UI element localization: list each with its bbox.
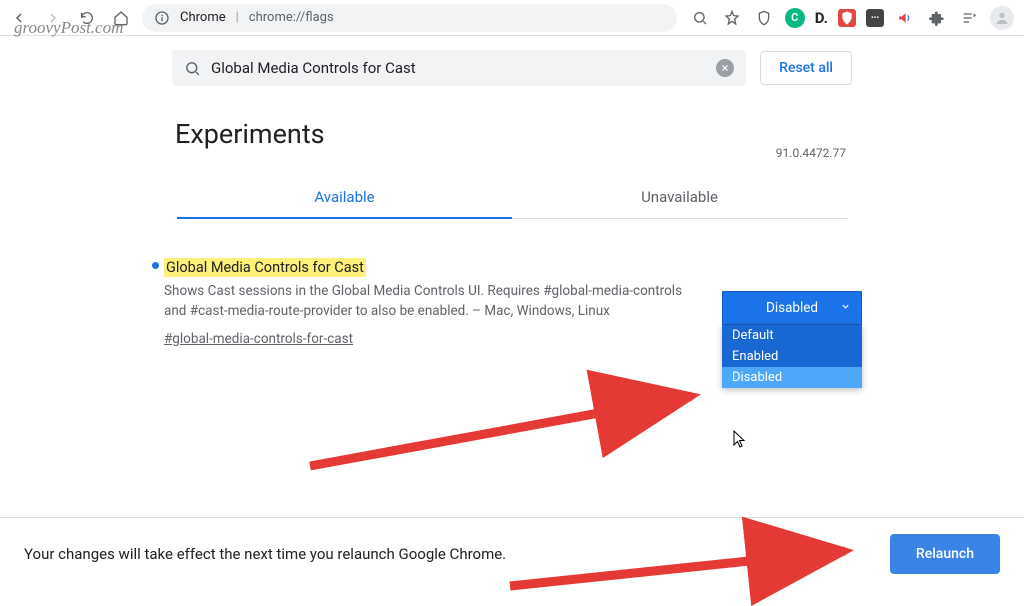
search-box[interactable] bbox=[172, 50, 746, 86]
site-info-icon bbox=[154, 10, 170, 26]
extension-dots-icon[interactable]: ••• bbox=[866, 9, 884, 27]
page-title: Experiments bbox=[175, 118, 1024, 150]
extensions-puzzle-icon[interactable] bbox=[926, 7, 948, 29]
address-site: Chrome bbox=[180, 10, 226, 25]
flag-item: Global Media Controls for Cast Shows Cas… bbox=[162, 257, 862, 347]
dropdown-option-disabled[interactable]: Disabled bbox=[722, 367, 862, 388]
dropdown-selected[interactable]: Disabled bbox=[722, 291, 862, 325]
address-url: chrome://flags bbox=[249, 10, 334, 25]
reading-list-icon[interactable] bbox=[958, 7, 980, 29]
clear-search-button[interactable] bbox=[716, 59, 734, 77]
cursor-icon bbox=[733, 430, 747, 448]
dropdown-option-default[interactable]: Default bbox=[722, 325, 862, 346]
search-input[interactable] bbox=[211, 59, 706, 77]
browser-toolbar: Chrome | chrome://flags C D. ••• bbox=[0, 0, 1024, 36]
relaunch-message: Your changes will take effect the next t… bbox=[24, 545, 506, 563]
flag-title: Global Media Controls for Cast bbox=[164, 258, 366, 277]
version-label: 91.0.4472.77 bbox=[776, 146, 846, 160]
watermark-text: groovyPost.com bbox=[14, 18, 123, 38]
pocket-icon[interactable] bbox=[753, 7, 775, 29]
zoom-icon[interactable] bbox=[689, 7, 711, 29]
annotation-arrow bbox=[300, 336, 720, 486]
flag-state-dropdown[interactable]: Disabled Default Enabled Disabled bbox=[722, 291, 862, 347]
flag-anchor-link[interactable]: #global-media-controls-for-cast bbox=[164, 331, 353, 347]
megaphone-icon[interactable] bbox=[894, 7, 916, 29]
relaunch-bar: Your changes will take effect the next t… bbox=[0, 518, 1024, 590]
extension-d-icon[interactable]: D. bbox=[815, 9, 828, 27]
tab-available[interactable]: Available bbox=[177, 176, 512, 218]
page-content: Reset all Experiments 91.0.4472.77 Avail… bbox=[0, 36, 1024, 590]
search-icon bbox=[184, 60, 201, 77]
dropdown-selected-label: Disabled bbox=[766, 300, 818, 316]
dropdown-option-enabled[interactable]: Enabled bbox=[722, 346, 862, 367]
dropdown-menu: Default Enabled Disabled bbox=[722, 325, 862, 388]
tab-unavailable[interactable]: Unavailable bbox=[512, 176, 847, 218]
profile-avatar-icon[interactable] bbox=[990, 6, 1014, 30]
extension-ublock-icon[interactable] bbox=[838, 9, 856, 27]
tab-bar: Available Unavailable bbox=[177, 176, 847, 219]
bookmark-star-icon[interactable] bbox=[721, 7, 743, 29]
extension-c-icon[interactable]: C bbox=[785, 8, 805, 28]
reset-all-button[interactable]: Reset all bbox=[760, 51, 852, 85]
flag-description: Shows Cast sessions in the Global Media … bbox=[164, 282, 702, 321]
relaunch-button[interactable]: Relaunch bbox=[890, 534, 1000, 574]
address-bar[interactable]: Chrome | chrome://flags bbox=[142, 4, 677, 32]
chevron-down-icon bbox=[840, 300, 851, 316]
